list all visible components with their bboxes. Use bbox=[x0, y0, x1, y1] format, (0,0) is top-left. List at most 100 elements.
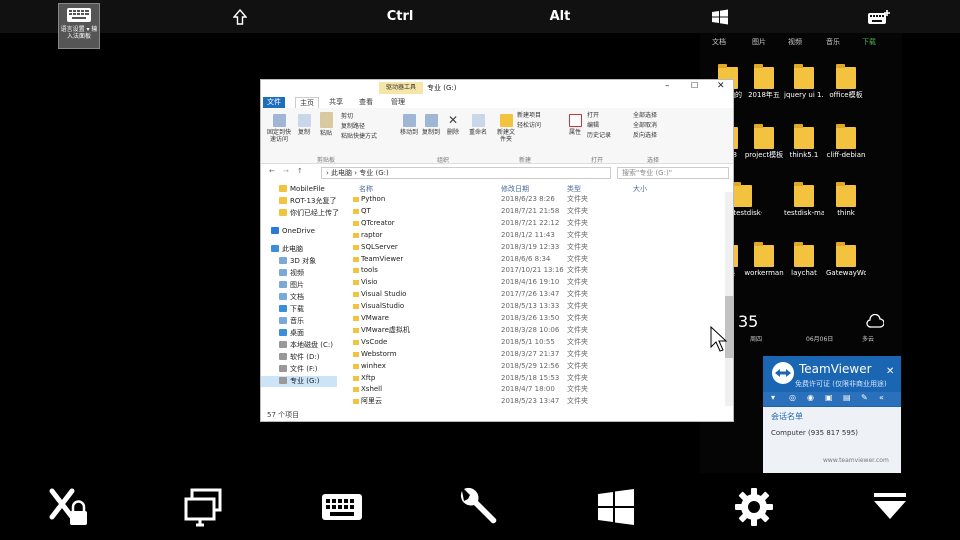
tv-tool-icon[interactable]: ▤ bbox=[843, 393, 851, 402]
file-row[interactable]: VisualStudio 2018/5/13 13:33 文件夹 bbox=[353, 301, 723, 312]
desktop-tab[interactable]: 图片 bbox=[752, 37, 766, 47]
nav-item[interactable]: MobileFile bbox=[279, 184, 325, 195]
file-row[interactable]: VMware 2018/3/26 13:50 文件夹 bbox=[353, 313, 723, 324]
file-row[interactable]: Webstorm 2018/3/27 21:37 文件夹 bbox=[353, 349, 723, 360]
nav-item[interactable]: 本地磁盘 (C:) bbox=[279, 340, 333, 351]
new-item-button[interactable]: 新建项目 bbox=[517, 112, 557, 119]
ribbon-tab-manage[interactable]: 管理 bbox=[387, 97, 409, 108]
copy-button[interactable]: 复制 bbox=[295, 114, 313, 136]
column-header-name[interactable]: 名称 bbox=[359, 184, 373, 194]
nav-item[interactable]: 你们已经上传了 bbox=[279, 208, 339, 219]
keyboard-add-button[interactable] bbox=[864, 0, 894, 33]
tv-tool-icon[interactable]: ◎ bbox=[789, 393, 796, 402]
address-input[interactable]: › 此电脑 › 专业 (G:) bbox=[321, 167, 611, 179]
column-header-type[interactable]: 类型 bbox=[567, 184, 581, 194]
disconnect-lock-button[interactable] bbox=[46, 487, 90, 527]
desktop-tab[interactable]: 视频 bbox=[788, 37, 802, 47]
keyboard-button[interactable] bbox=[320, 487, 364, 527]
back-button[interactable]: ← bbox=[269, 167, 275, 175]
file-row[interactable]: QT 2018/7/21 21:58 文件夹 bbox=[353, 206, 723, 217]
desktop-folder-icon[interactable]: laychat bbox=[784, 242, 824, 277]
paste-shortcut-button[interactable]: 粘贴快捷方式 bbox=[341, 133, 391, 140]
rename-button[interactable]: 重命名 bbox=[467, 114, 489, 136]
desktop-folder-icon[interactable]: think bbox=[826, 182, 866, 217]
tv-tool-icon[interactable]: ✎ bbox=[861, 393, 868, 402]
tools-button[interactable] bbox=[456, 487, 500, 527]
vertical-scrollbar[interactable] bbox=[725, 192, 733, 406]
file-row[interactable]: Python 2018/6/23 8:26 文件夹 bbox=[353, 194, 723, 205]
invert-selection-button[interactable]: 反向选择 bbox=[633, 132, 673, 139]
desktop-folder-icon[interactable]: workerman bbox=[744, 242, 784, 277]
delete-button[interactable]: ✕ 删除 bbox=[445, 114, 461, 137]
context-tab-drive-tools[interactable]: 驱动器工具 bbox=[379, 82, 423, 94]
nav-item-this-pc[interactable]: 此电脑 bbox=[271, 244, 303, 255]
ribbon-tab-share[interactable]: 共享 bbox=[325, 97, 347, 108]
new-folder-button[interactable]: 新建文件夹 bbox=[495, 114, 517, 143]
nav-item[interactable]: 图片 bbox=[279, 280, 304, 291]
desktop-tab[interactable]: 音乐 bbox=[826, 37, 840, 47]
edit-button[interactable]: 编辑 bbox=[587, 122, 621, 129]
desktop-folder-icon[interactable]: 2018年五 bbox=[744, 64, 784, 99]
teamviewer-link[interactable]: www.teamviewer.com bbox=[823, 457, 889, 464]
desktop-folder-icon[interactable]: think5.1 bbox=[784, 124, 824, 159]
file-row[interactable]: 阿里云 2018/5/23 13:47 文件夹 bbox=[353, 396, 723, 407]
nav-item[interactable]: ROT-13允复了 bbox=[279, 196, 336, 207]
file-row[interactable]: QTcreator 2018/7/21 22:12 文件夹 bbox=[353, 218, 723, 229]
column-header-size[interactable]: 大小 bbox=[633, 184, 647, 194]
session-entry[interactable]: Computer (935 817 595) bbox=[771, 429, 858, 437]
nav-item-selected[interactable]: 专业 (G:) bbox=[261, 376, 337, 387]
nav-item[interactable]: 视频 bbox=[279, 268, 304, 279]
nav-item[interactable]: 文件 (F:) bbox=[279, 364, 318, 375]
nav-item-onedrive[interactable]: OneDrive bbox=[271, 226, 315, 237]
desktop-folder-icon[interactable]: project模板 bbox=[744, 124, 784, 159]
teamviewer-close-icon[interactable]: ✕ bbox=[886, 366, 894, 377]
nav-item[interactable]: 下载 bbox=[279, 304, 304, 315]
shift-key-button[interactable] bbox=[226, 0, 254, 33]
file-row[interactable]: VsCode 2018/5/1 10:55 文件夹 bbox=[353, 337, 723, 348]
file-row[interactable]: raptor 2018/1/2 11:43 文件夹 bbox=[353, 230, 723, 241]
nav-item[interactable]: 音乐 bbox=[279, 316, 304, 327]
nav-item[interactable]: 软件 (D:) bbox=[279, 352, 319, 363]
paste-button[interactable]: 粘贴 bbox=[317, 112, 335, 137]
desktop-folder-icon[interactable]: GatewayWorker bbox=[826, 242, 866, 277]
switch-monitor-button[interactable] bbox=[182, 487, 226, 527]
search-input[interactable]: 搜索"专业 (G:)" bbox=[617, 167, 729, 179]
ctrl-key-button[interactable]: Ctrl bbox=[380, 0, 420, 33]
maximize-button[interactable]: ☐ bbox=[691, 81, 698, 90]
tv-tool-icon[interactable]: ▾ bbox=[771, 393, 775, 402]
ribbon-tab-file[interactable]: 文件 bbox=[263, 97, 285, 108]
ribbon-tab-home[interactable]: 主页 bbox=[295, 97, 319, 108]
select-none-button[interactable]: 全部取消 bbox=[633, 122, 673, 129]
alt-key-button[interactable]: Alt bbox=[542, 0, 578, 33]
settings-button[interactable] bbox=[732, 487, 776, 527]
file-row[interactable]: Xshell 2018/4/7 18:00 文件夹 bbox=[353, 384, 723, 395]
properties-button[interactable]: 属性 bbox=[567, 114, 583, 136]
desktop-folder-icon[interactable]: cliff-debian bbox=[826, 124, 866, 159]
collapse-toolbar-button[interactable] bbox=[868, 487, 912, 527]
forward-button[interactable]: → bbox=[283, 167, 289, 175]
copy-to-button[interactable]: 复制到 bbox=[421, 114, 441, 136]
desktop-tab[interactable]: 文档 bbox=[712, 37, 726, 47]
pin-quick-access-button[interactable]: 固定到快速访问 bbox=[265, 114, 293, 143]
minimize-button[interactable]: – bbox=[665, 81, 670, 91]
file-row[interactable]: VMware虚拟机 2018/3/28 10:06 文件夹 bbox=[353, 325, 723, 336]
copy-path-button[interactable]: 复制路径 bbox=[341, 123, 381, 130]
open-button[interactable]: 打开 bbox=[587, 112, 621, 119]
tv-tool-icon[interactable]: « bbox=[879, 393, 884, 402]
file-row[interactable]: Visual Studio 2017/7/26 13:47 文件夹 bbox=[353, 289, 723, 300]
select-all-button[interactable]: 全部选择 bbox=[633, 112, 673, 119]
easy-access-button[interactable]: 轻松访问 bbox=[517, 122, 557, 129]
windows-start-button[interactable] bbox=[594, 487, 638, 527]
file-row[interactable]: Xftp 2018/5/18 15:53 文件夹 bbox=[353, 373, 723, 384]
desktop-tab[interactable]: 下载 bbox=[862, 37, 876, 47]
ribbon-tab-view[interactable]: 查看 bbox=[355, 97, 377, 108]
history-button[interactable]: 历史记录 bbox=[587, 132, 627, 139]
file-row[interactable]: TeamViewer 2018/6/6 8:34 文件夹 bbox=[353, 254, 723, 265]
desktop-folder-icon[interactable]: jquery ui 1.12.1 bbox=[784, 64, 824, 99]
up-button[interactable]: ↑ bbox=[297, 167, 303, 175]
move-to-button[interactable]: 移动到 bbox=[399, 114, 419, 136]
desktop-folder-icon[interactable]: testdisk-master bbox=[784, 182, 824, 217]
keyboard-panel-thumbnail[interactable]: 语言设置 ▾ 输入法面板 bbox=[58, 3, 100, 49]
nav-item[interactable]: 文档 bbox=[279, 292, 304, 303]
column-header-date[interactable]: 修改日期 bbox=[501, 184, 529, 194]
